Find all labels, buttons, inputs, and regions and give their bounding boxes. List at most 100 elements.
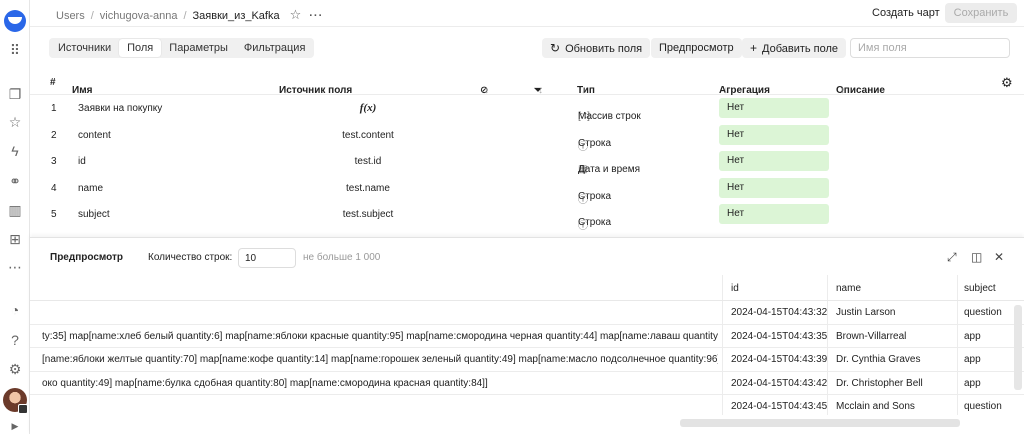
breadcrumb-current: Заявки_из_Kafka [192,10,280,22]
vertical-scrollbar[interactable] [1014,305,1022,390]
close-icon[interactable]: ✕ [994,250,1004,264]
breadcrumb-separator: / [90,10,94,22]
settings-gear-icon[interactable]: ⚙ [7,361,23,377]
preview-col-subject[interactable]: subject [964,283,996,294]
field-row[interactable]: 2 content test.content Ⓣ Строка Нет [30,122,1024,153]
refresh-icon: ↻ [550,41,561,55]
fields-table: # Имя ↓ Источник поля ↓ ⊘ ↓ ⏷ ↓ Тип ↓ Агрегац… [30,69,1024,232]
breadcrumb-root[interactable]: Users [56,10,85,22]
dock-side-icon[interactable]: ◫ [971,250,982,264]
field-type-label: Массив строк [578,111,641,122]
tab-sources[interactable]: Источники [50,39,119,57]
field-name-search-input[interactable] [850,38,1010,58]
more-icon[interactable]: ⋯ [7,259,23,275]
field-row[interactable]: 1 Заявки на покупку f(x) [∷] Массив строк… [30,95,1024,122]
preview-cell-name: Justin Larson [836,307,896,318]
aggregation-select[interactable]: Нет [719,98,829,118]
breadcrumb: Users / vichugova-anna / Заявки_из_Kafka ☆ ··· [56,7,323,23]
preview-cell-name: Brown-Villarreal [836,330,907,342]
notifications-bell-icon[interactable]: ◔ [7,302,23,318]
field-name[interactable]: Заявки на покупку [78,103,162,114]
favorite-star-icon[interactable]: ☆ [290,7,302,22]
field-row-number: 4 [51,182,57,194]
preview-cell-id: 2024-04-15T04:43:35 [731,330,828,342]
preview-row: око quantity:49] map[name:булка сдобная … [30,372,1024,395]
field-type-label: Строка [578,137,612,149]
add-field-label: Добавить поле [762,43,839,55]
fullscreen-icon[interactable]: ⤢ [947,250,957,265]
charts-icon[interactable]: ▥ [7,202,23,218]
field-name[interactable]: id [78,156,86,167]
field-row[interactable]: 5 subject test.subject Ⓣ Строка Нет [30,201,1024,232]
preview-cell-content: ty:35] map[name:хлеб белый quantity:6] m… [42,330,718,342]
plus-icon: + [750,41,758,55]
rows-limit-hint: не больше 1 000 [303,252,381,263]
table-settings-gear-icon[interactable]: ⚙ [1001,75,1013,91]
add-field-button[interactable]: + Добавить поле [742,38,847,58]
field-source[interactable]: test.subject [288,209,448,220]
fields-table-header: # Имя ↓ Источник поля ↓ ⊘ ↓ ⏷ ↓ Тип ↓ Агрегац… [30,69,1024,96]
preview-col-id[interactable]: id [731,283,739,294]
rows-count-label: Количество строк: [148,252,233,263]
dataset-editor: ⠿ ❐ ☆ ϟ ⚭ ▥ ⊞ ⋯ ◔ ? ⚙ ▶ Users / vichugova-… [0,0,1024,434]
preview-cell-name: Dr. Christopher Bell [836,377,923,389]
dashboards-icon[interactable]: ⊞ [7,231,23,247]
more-actions-icon[interactable]: ··· [309,10,323,22]
field-name[interactable]: name [78,183,103,194]
preview-cell-id: 2024-04-15T04:43:39 [731,354,828,365]
preview-row: ty:35] map[name:хлеб белый quantity:6] m… [30,325,1024,348]
tab-parameters[interactable]: Параметры [161,39,236,57]
field-source[interactable]: test.name [288,183,448,194]
refresh-fields-button[interactable]: ↻ Обновить поля [542,38,651,58]
field-type-label: Строка [578,190,612,202]
breadcrumb-folder[interactable]: vichugova-anna [100,10,178,22]
preview-col-name[interactable]: name [836,283,861,294]
expand-rail-icon[interactable]: ▶ [7,418,23,434]
horizontal-scrollbar[interactable] [680,419,960,427]
app-logo-icon[interactable] [4,10,26,32]
field-name[interactable]: content [78,130,111,141]
preview-grid-header: id name subject [30,275,1024,301]
preview-cell-subject: question [964,401,1002,412]
top-header: Users / vichugova-anna / Заявки_из_Kafka ☆ ···… [30,0,1024,27]
field-source[interactable]: test.id [288,156,448,167]
preview-row: 2024-04-15T04:43:45 Mcclain and Sons que… [30,395,1024,419]
field-row[interactable]: 4 name test.name Ⓣ Строка Нет [30,175,1024,206]
collections-icon[interactable]: ❐ [7,86,23,102]
preview-cell-name: Mcclain and Sons [836,401,915,412]
preview-cell-id: 2024-04-15T04:43:32 [731,307,828,318]
tab-fields[interactable]: Поля [119,39,162,57]
preview-cell-subject: app [964,377,981,389]
preview-cell-subject: app [964,354,981,365]
favorites-star-icon[interactable]: ☆ [7,114,23,130]
preview-cell-id: 2024-04-15T04:43:45 [731,401,828,412]
field-source[interactable]: test.content [288,130,448,141]
aggregation-select[interactable]: Нет [719,124,829,145]
tab-filtering[interactable]: Фильтрация [236,39,313,57]
rows-count-input[interactable] [238,248,296,268]
aggregation-select[interactable]: Нет [719,151,829,171]
preview-cell-content: [name:яблоки желтые quantity:70] map[nam… [42,354,718,365]
aggregation-select[interactable]: Нет [719,177,829,198]
field-row-number: 5 [51,209,57,220]
col-number-header: # [50,77,56,88]
preview-panel: Предпросмотр Количество строк: не больше… [30,237,1024,434]
preview-cell-subject: question [964,307,1002,318]
aggregation-select[interactable]: Нет [719,204,829,224]
field-name[interactable]: subject [78,209,110,220]
avatar-badge-icon [18,404,28,414]
preview-grid: id name subject 2024-04-15T04:43:32 Just… [30,275,1024,434]
create-chart-button[interactable]: Создать чарт [864,3,948,23]
help-icon[interactable]: ? [7,332,23,348]
lightning-icon[interactable]: ϟ [7,143,23,159]
save-button[interactable]: Сохранить [945,3,1017,23]
preview-cell-name: Dr. Cynthia Graves [836,354,921,365]
field-row[interactable]: 3 id test.id ▦ Дата и время Нет [30,148,1024,175]
preview-cell-id: 2024-04-15T04:43:42 [731,377,828,389]
preview-button[interactable]: Предпросмотр [651,38,742,58]
field-row-number: 2 [51,129,57,141]
apps-grid-icon[interactable]: ⠿ [7,42,23,58]
formula-fx-icon[interactable]: f(x) [288,102,448,114]
connections-icon[interactable]: ⚭ [7,173,23,189]
preview-cell-subject: app [964,330,981,342]
